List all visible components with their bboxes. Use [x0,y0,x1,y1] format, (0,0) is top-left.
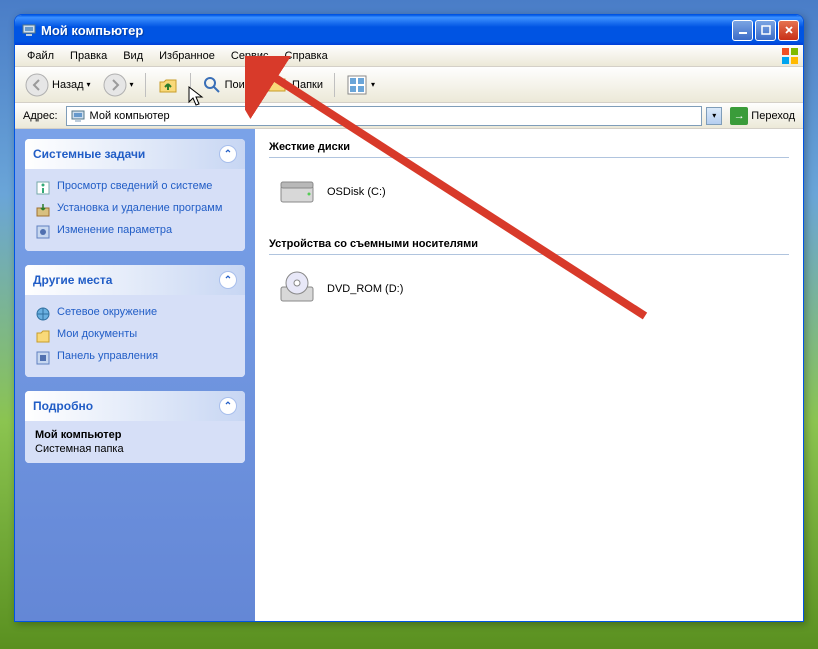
link-label: Установка и удаление программ [57,202,222,214]
go-label: Переход [751,110,795,122]
panel-body: Мой компьютер Системная папка [25,421,245,463]
panel-system-tasks: Системные задачи ⌃ Просмотр сведений о с… [25,139,245,251]
menubar: Файл Правка Вид Избранное Сервис Справка [15,45,803,67]
chevron-down-icon: ▾ [130,80,134,89]
menu-favorites[interactable]: Избранное [151,47,223,65]
windows-logo-icon [781,47,799,65]
link-label: Просмотр сведений о системе [57,180,212,192]
chevron-down-icon: ▾ [371,80,375,89]
window-title: Мой компьютер [41,23,732,38]
collapse-icon: ⌃ [219,145,237,163]
go-icon: → [730,107,748,125]
go-button[interactable]: → Переход [726,105,799,127]
panel-header[interactable]: Подробно ⌃ [25,391,245,421]
link-label: Панель управления [57,350,158,362]
folders-button[interactable]: Папки [263,71,327,99]
body: Системные задачи ⌃ Просмотр сведений о с… [15,129,803,621]
panel-header[interactable]: Системные задачи ⌃ [25,139,245,169]
detail-name: Мой компьютер [35,429,235,441]
separator [334,73,335,97]
explorer-window: Мой компьютер Файл Правка Вид Избранное … [14,14,804,622]
panel-details: Подробно ⌃ Мой компьютер Системная папка [25,391,245,463]
panel-header[interactable]: Другие места ⌃ [25,265,245,295]
content-area: Жесткие диски OSDisk (C:) Устройства со … [255,129,803,621]
link-label: Мои документы [57,328,137,340]
search-label: Поиск [225,79,255,91]
toolbar: Назад ▾ ▾ Поиск Папки ▾ [15,67,803,103]
maximize-button[interactable] [755,20,776,41]
addressbar: Адрес: Мой компьютер ▾ → Переход [15,103,803,129]
close-button[interactable] [778,20,799,41]
folders-icon [267,74,289,96]
back-icon [25,73,49,97]
menu-edit[interactable]: Правка [62,47,115,65]
address-dropdown[interactable]: ▾ [706,107,722,125]
folder-up-icon [157,74,179,96]
collapse-icon: ⌃ [219,271,237,289]
task-system-info[interactable]: Просмотр сведений о системе [35,177,235,199]
drive-label: OSDisk (C:) [327,186,386,198]
back-label: Назад [52,79,84,91]
link-label: Изменение параметра [57,224,172,236]
menu-tools[interactable]: Сервис [223,47,277,65]
detail-type: Системная папка [35,443,235,455]
task-change-setting[interactable]: Изменение параметра [35,221,235,243]
drive-item[interactable]: OSDisk (C:) [269,168,789,216]
forward-icon [103,73,127,97]
panel-title: Системные задачи [33,147,145,161]
group-heading: Устройства со съемными носителями [269,234,789,255]
separator [190,73,191,97]
search-icon [202,75,222,95]
address-field[interactable]: Мой компьютер [66,106,703,126]
my-computer-icon [21,22,37,38]
drive-item[interactable]: DVD_ROM (D:) [269,265,789,313]
menu-help[interactable]: Справка [277,47,336,65]
place-mydocs[interactable]: Мои документы [35,325,235,347]
drive-label: DVD_ROM (D:) [327,283,403,295]
up-button[interactable] [153,71,183,99]
panel-title: Подробно [33,399,93,413]
titlebar[interactable]: Мой компьютер [15,15,803,45]
forward-button[interactable]: ▾ [99,70,138,100]
panel-body: Сетевое окружение Мои документы Панель у… [25,295,245,377]
group-heading: Жесткие диски [269,137,789,158]
sidebar: Системные задачи ⌃ Просмотр сведений о с… [15,129,255,621]
install-icon [35,202,51,218]
address-label: Адрес: [19,110,62,122]
window-buttons [732,20,799,41]
link-label: Сетевое окружение [57,306,157,318]
control-panel-icon [35,350,51,366]
menu-view[interactable]: Вид [115,47,151,65]
panel-title: Другие места [33,273,112,287]
settings-icon [35,224,51,240]
folders-label: Папки [292,79,323,91]
chevron-down-icon: ▾ [87,80,91,89]
documents-icon [35,328,51,344]
views-icon [346,74,368,96]
search-button[interactable]: Поиск [198,72,259,98]
address-value: Мой компьютер [90,110,170,122]
menu-file[interactable]: Файл [19,47,62,65]
panel-body: Просмотр сведений о системе Установка и … [25,169,245,251]
panel-other-places: Другие места ⌃ Сетевое окружение Мои док… [25,265,245,377]
watermark: FAQLIB.RU [635,577,798,609]
network-icon [35,306,51,322]
minimize-button[interactable] [732,20,753,41]
collapse-icon: ⌃ [219,397,237,415]
place-network[interactable]: Сетевое окружение [35,303,235,325]
views-button[interactable]: ▾ [342,71,379,99]
info-icon [35,180,51,196]
hdd-icon [277,172,317,212]
separator [145,73,146,97]
place-control-panel[interactable]: Панель управления [35,347,235,369]
dvd-icon [277,269,317,309]
back-button[interactable]: Назад ▾ [21,70,95,100]
my-computer-icon [70,108,86,124]
task-add-remove[interactable]: Установка и удаление программ [35,199,235,221]
